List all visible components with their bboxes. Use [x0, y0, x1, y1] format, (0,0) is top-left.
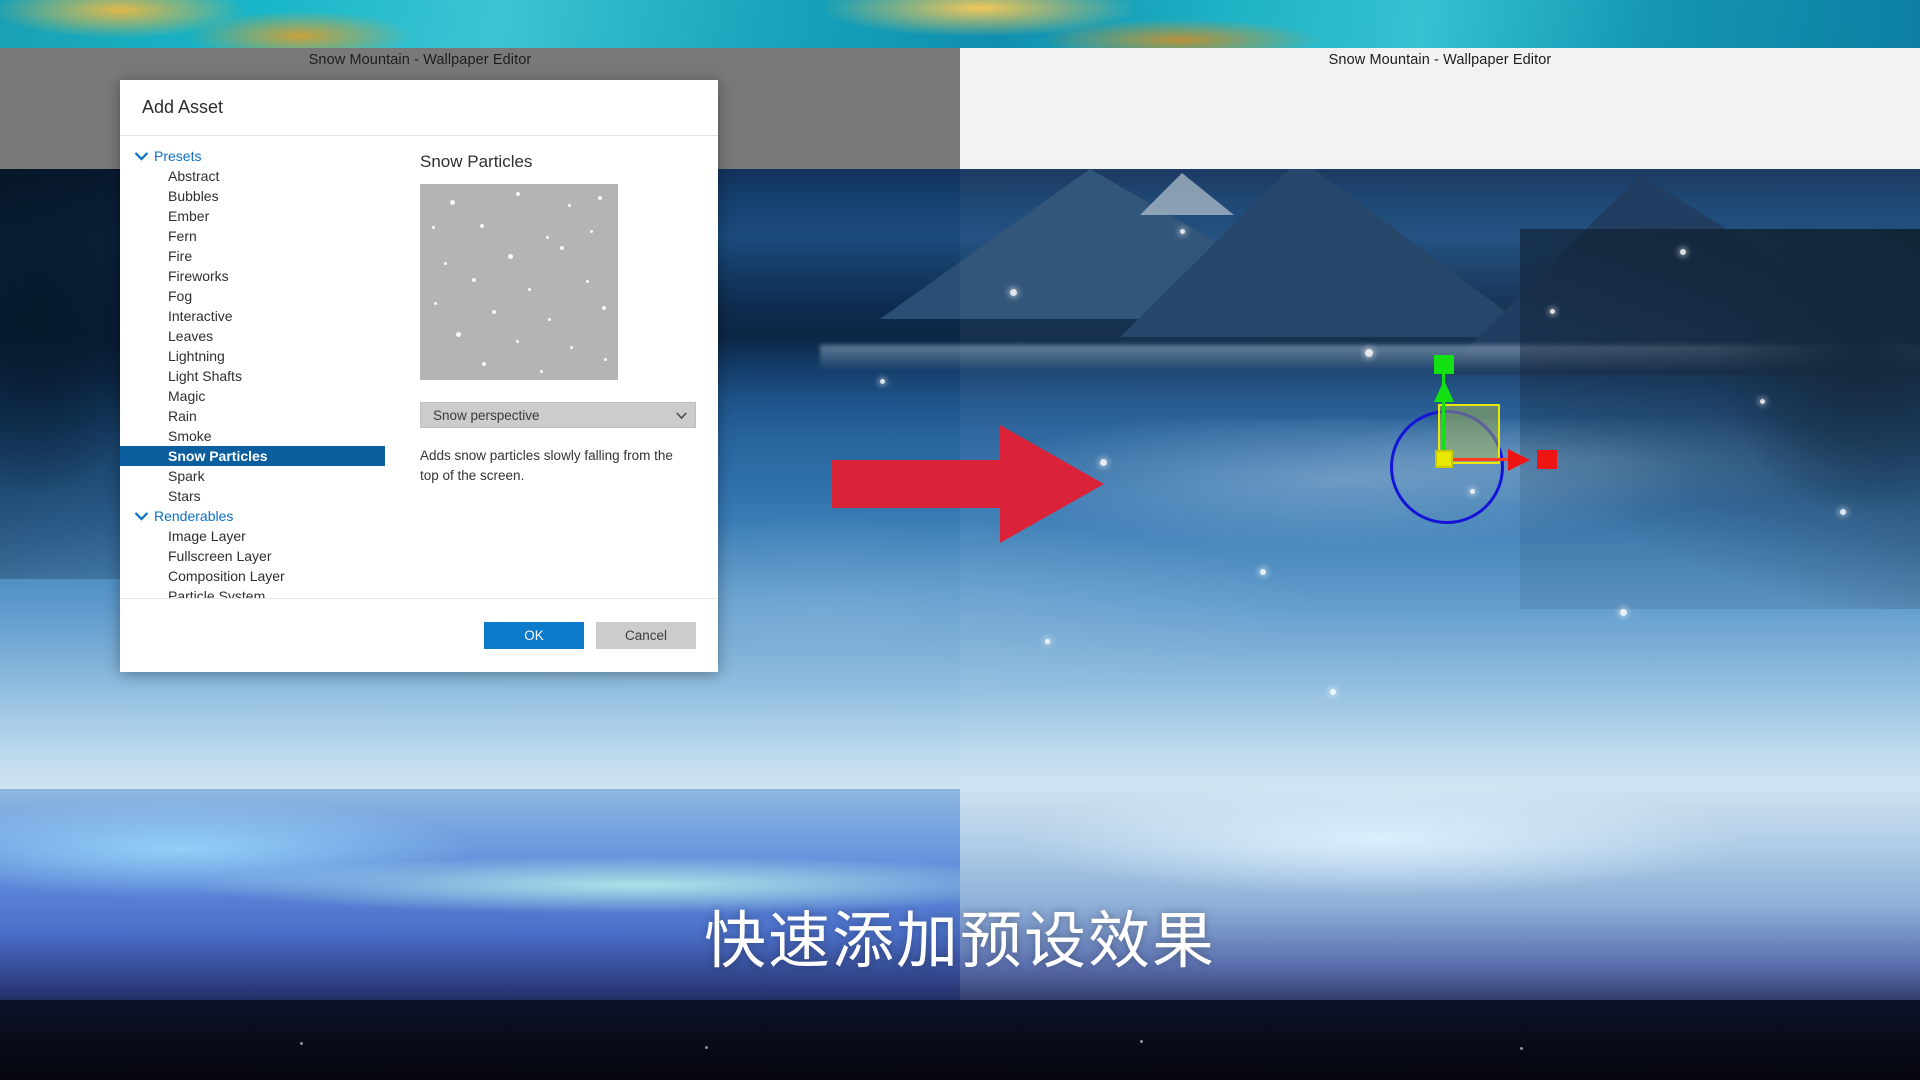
tree-item-snow-particles[interactable]: Snow Particles: [120, 446, 385, 466]
preview-particle: [560, 246, 564, 250]
gizmo-x-axis-arrow-icon[interactable]: [1508, 449, 1530, 471]
gizmo-origin-handle[interactable]: [1435, 450, 1453, 468]
preview-particle: [432, 226, 435, 229]
preview-particle: [598, 196, 602, 200]
tree-item-abstract[interactable]: Abstract: [120, 166, 398, 186]
strip-dot: [1520, 1047, 1523, 1050]
screen-root: Snow Mountain - Wallpaper Editor Snow Mo…: [0, 0, 1920, 1080]
chevron-down-icon[interactable]: [132, 509, 150, 523]
preview-particle: [516, 192, 520, 196]
tree-item-fullscreen-layer[interactable]: Fullscreen Layer: [120, 546, 398, 566]
cancel-button[interactable]: Cancel: [596, 622, 696, 649]
tree-item-spark[interactable]: Spark: [120, 466, 398, 486]
abstract-top-strip: [0, 0, 1920, 48]
add-asset-dialog: Add Asset Presets Abstract Bubbles Ember…: [120, 80, 718, 672]
snow-particle: [1010, 289, 1017, 296]
tree-item-image-layer[interactable]: Image Layer: [120, 526, 398, 546]
snow-particle: [1330, 689, 1336, 695]
tree-item-fog[interactable]: Fog: [120, 286, 398, 306]
tree-item-ember[interactable]: Ember: [120, 206, 398, 226]
preview-particle: [482, 362, 486, 366]
tree-group-renderables-label: Renderables: [154, 508, 234, 524]
dialog-header: Add Asset: [120, 80, 718, 136]
preview-particle: [546, 236, 549, 239]
preview-particle: [480, 224, 484, 228]
preview-particle: [604, 358, 607, 361]
transform-gizmo[interactable]: [1390, 355, 1580, 524]
red-right-arrow-annotation-icon: [832, 425, 1104, 543]
preview-particle: [492, 310, 496, 314]
dialog-body: Presets Abstract Bubbles Ember Fern Fire…: [120, 136, 718, 598]
ok-button[interactable]: OK: [484, 622, 584, 649]
detail-title: Snow Particles: [420, 152, 533, 171]
gizmo-y-axis-handle[interactable]: [1434, 355, 1454, 374]
preview-particle: [516, 340, 519, 343]
tree-group-presets[interactable]: Presets: [120, 146, 398, 166]
perspective-dropdown[interactable]: Snow perspective: [420, 402, 696, 428]
asset-description: Adds snow particles slowly falling from …: [420, 448, 673, 483]
tree-item-stars[interactable]: Stars: [120, 486, 398, 506]
tree-item-smoke[interactable]: Smoke: [120, 426, 398, 446]
left-window-title: Snow Mountain - Wallpaper Editor: [308, 52, 532, 68]
arrow-head: [1000, 425, 1104, 543]
preview-particle: [450, 200, 455, 205]
snow-particles-preview-image: [420, 184, 618, 380]
preview-particle: [540, 370, 543, 373]
arrow-shaft: [832, 460, 1007, 508]
gizmo-x-axis-handle[interactable]: [1537, 450, 1557, 469]
snow-particle: [880, 379, 885, 384]
tree-item-fire[interactable]: Fire: [120, 246, 398, 266]
snow-particle: [1620, 609, 1627, 616]
preview-particle: [548, 318, 551, 321]
preview-particle: [568, 204, 571, 207]
preview-particle: [456, 332, 461, 337]
subtitle-caption: 快速添加预设效果: [703, 904, 1216, 977]
snow-particle: [1365, 349, 1373, 357]
tree-item-interactive[interactable]: Interactive: [120, 306, 398, 326]
tree-item-particle-system[interactable]: Particle System: [120, 586, 398, 598]
snow-particle: [1180, 229, 1185, 234]
preview-particle: [472, 278, 476, 282]
tree-group-renderables[interactable]: Renderables: [120, 506, 398, 526]
strip-dot: [705, 1046, 708, 1049]
perspective-dropdown-value: Snow perspective: [433, 407, 540, 423]
chevron-down-icon[interactable]: [132, 149, 150, 163]
tree-item-leaves[interactable]: Leaves: [120, 326, 398, 346]
tree-item-magic[interactable]: Magic: [120, 386, 398, 406]
preview-particle: [590, 230, 593, 233]
tree-item-fern[interactable]: Fern: [120, 226, 398, 246]
chevron-down-icon[interactable]: [673, 407, 689, 423]
asset-tree-pane[interactable]: Presets Abstract Bubbles Ember Fern Fire…: [120, 136, 398, 598]
gizmo-y-axis-arrow-icon[interactable]: [1434, 380, 1454, 402]
dark-base-strip: [0, 1000, 1920, 1080]
strip-dot: [300, 1042, 303, 1045]
tree-item-rain[interactable]: Rain: [120, 406, 398, 426]
preview-particle: [434, 302, 437, 305]
asset-detail-pane: Snow Particles Snow perspective Adds sno…: [398, 136, 718, 598]
preview-particle: [528, 288, 531, 291]
preview-particle: [586, 280, 589, 283]
snow-particle: [1840, 509, 1846, 515]
preview-particle: [508, 254, 513, 259]
dialog-title: Add Asset: [142, 97, 224, 117]
tree-item-fireworks[interactable]: Fireworks: [120, 266, 398, 286]
tree-item-lightning[interactable]: Lightning: [120, 346, 398, 366]
tree-item-light-shafts[interactable]: Light Shafts: [120, 366, 398, 386]
preview-particle: [444, 262, 447, 265]
snow-particle: [1260, 569, 1266, 575]
snow-particle: [1550, 309, 1555, 314]
snow-particle: [1045, 639, 1050, 644]
dialog-footer: OK Cancel: [120, 598, 718, 672]
snow-particle: [1760, 399, 1765, 404]
tree-item-bubbles[interactable]: Bubbles: [120, 186, 398, 206]
tree-group-presets-label: Presets: [154, 148, 202, 164]
preview-particle: [602, 306, 606, 310]
right-window-title: Snow Mountain - Wallpaper Editor: [1328, 52, 1552, 68]
strip-dot: [1140, 1040, 1143, 1043]
tree-item-composition-layer[interactable]: Composition Layer: [120, 566, 398, 586]
preview-particle: [570, 346, 573, 349]
snow-particle: [1680, 249, 1686, 255]
